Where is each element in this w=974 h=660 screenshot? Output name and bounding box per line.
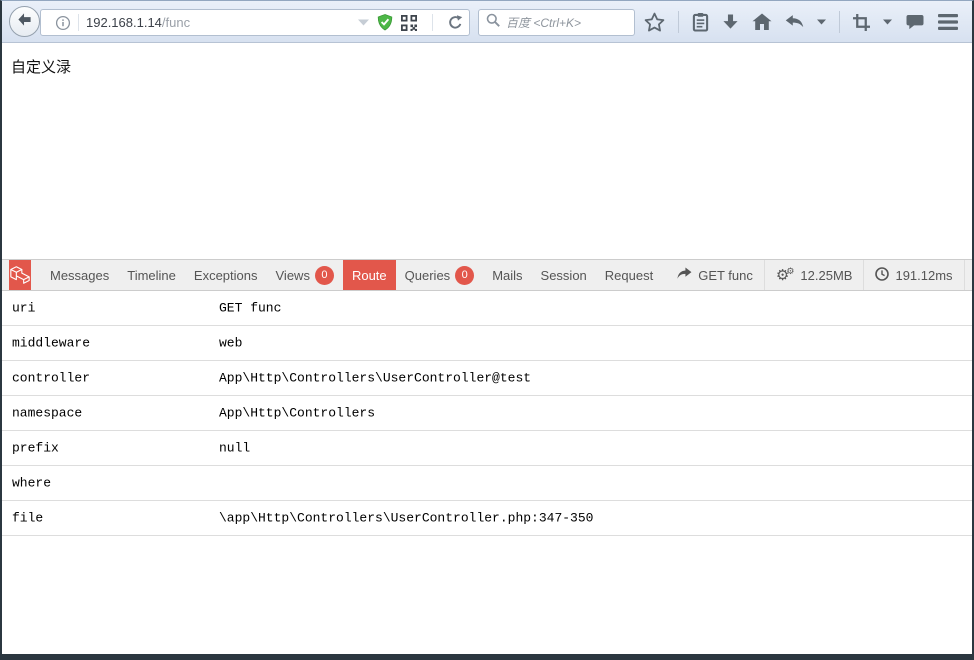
url-path: /func: [162, 15, 190, 30]
history-undo-icon[interactable]: [785, 14, 804, 30]
url-divider: [432, 14, 433, 31]
row-key: file: [12, 511, 43, 526]
qr-code-icon[interactable]: [401, 15, 417, 31]
chat-bubble-icon[interactable]: [905, 14, 925, 31]
url-host: 192.168.1.14: [86, 15, 162, 30]
url-bar[interactable]: 192.168.1.14/func: [40, 9, 470, 36]
tab-session[interactable]: Session: [532, 260, 596, 290]
row-key: uri: [12, 301, 35, 316]
row-value: \app\Http\Controllers\UserController.php…: [219, 511, 593, 526]
back-arrow-icon: [17, 12, 32, 32]
row-value: null: [219, 441, 250, 456]
search-icon: [486, 13, 500, 32]
tab-request[interactable]: Request: [596, 260, 662, 290]
table-row-namespace: namespace App\Http\Controllers: [2, 396, 972, 431]
time-indicator-label: 191.12ms: [895, 268, 952, 283]
memory-indicator[interactable]: ⚙⚙ 12.25MB: [765, 260, 865, 290]
clock-icon: [875, 267, 889, 284]
debugbar: Messages Timeline Exceptions Views0 Rout…: [2, 259, 972, 654]
toolbar-divider: [678, 11, 679, 33]
laravel-logo-icon[interactable]: [9, 260, 31, 290]
route-indicator[interactable]: GET func: [666, 260, 765, 290]
shield-check-icon[interactable]: [377, 14, 393, 31]
table-row-middleware: middleware web: [2, 326, 972, 361]
toolbar-divider: [839, 11, 840, 33]
table-row-uri: uri GET func: [2, 291, 972, 326]
share-arrow-icon: [677, 267, 692, 283]
tab-route[interactable]: Route: [343, 260, 396, 290]
screenshot-dropdown-icon[interactable]: [883, 19, 892, 25]
table-row-where: where: [2, 466, 972, 501]
downloads-icon[interactable]: [722, 14, 739, 31]
reload-icon[interactable]: [448, 15, 463, 30]
tab-views[interactable]: Views0: [267, 260, 343, 290]
memory-indicator-label: 12.25MB: [800, 268, 852, 283]
row-value: GET func: [219, 301, 281, 316]
tab-mails[interactable]: Mails: [483, 260, 531, 290]
row-key: prefix: [12, 441, 59, 456]
search-box[interactable]: [478, 9, 635, 36]
time-indicator[interactable]: 191.12ms: [864, 260, 964, 290]
page-content: 自定义渌: [2, 43, 972, 259]
debugbar-indicators: GET func ⚙⚙ 12.25MB 191.12ms: [666, 260, 964, 290]
tab-queries[interactable]: Queries0: [396, 260, 484, 290]
debugbar-tabs: Messages Timeline Exceptions Views0 Rout…: [41, 260, 662, 290]
back-button[interactable]: [9, 6, 40, 37]
tab-timeline[interactable]: Timeline: [118, 260, 185, 290]
browser-window: 192.168.1.14/func: [0, 0, 974, 660]
urlbar-dropdown-icon[interactable]: [358, 19, 369, 26]
row-value: App\Http\Controllers: [219, 406, 375, 421]
queries-count-badge: 0: [455, 266, 474, 285]
menu-hamburger-icon[interactable]: [938, 14, 958, 30]
browser-toolbar: 192.168.1.14/func: [2, 1, 972, 43]
history-dropdown-icon[interactable]: [817, 19, 826, 25]
search-input[interactable]: [506, 16, 627, 30]
url-divider: [78, 14, 79, 31]
tab-exceptions[interactable]: Exceptions: [185, 260, 267, 290]
debugbar-controls: [965, 260, 974, 290]
debugbar-header: Messages Timeline Exceptions Views0 Rout…: [2, 260, 972, 291]
row-key: controller: [12, 371, 90, 386]
tab-messages[interactable]: Messages: [41, 260, 118, 290]
gears-icon: ⚙⚙: [776, 268, 795, 283]
route-indicator-label: GET func: [698, 268, 753, 283]
screenshot-crop-icon[interactable]: [853, 14, 870, 31]
row-value: App\Http\Controllers\UserController@test: [219, 371, 531, 386]
row-key: where: [12, 476, 51, 491]
page-text: 自定义渌: [11, 58, 71, 76]
row-key: middleware: [12, 336, 90, 351]
site-info-icon[interactable]: [55, 15, 71, 31]
views-count-badge: 0: [315, 266, 334, 285]
toolbar-buttons: [644, 1, 968, 43]
table-row-controller: controller App\Http\Controllers\UserCont…: [2, 361, 972, 396]
row-value: web: [219, 336, 242, 351]
row-key: namespace: [12, 406, 82, 421]
bookmarks-menu-icon[interactable]: [692, 12, 709, 32]
bookmark-star-icon[interactable]: [644, 12, 665, 33]
table-row-prefix: prefix null: [2, 431, 972, 466]
table-row-file: file \app\Http\Controllers\UserControlle…: [2, 501, 972, 536]
route-panel: uri GET func middleware web controller A…: [2, 291, 972, 654]
home-icon[interactable]: [752, 13, 772, 31]
